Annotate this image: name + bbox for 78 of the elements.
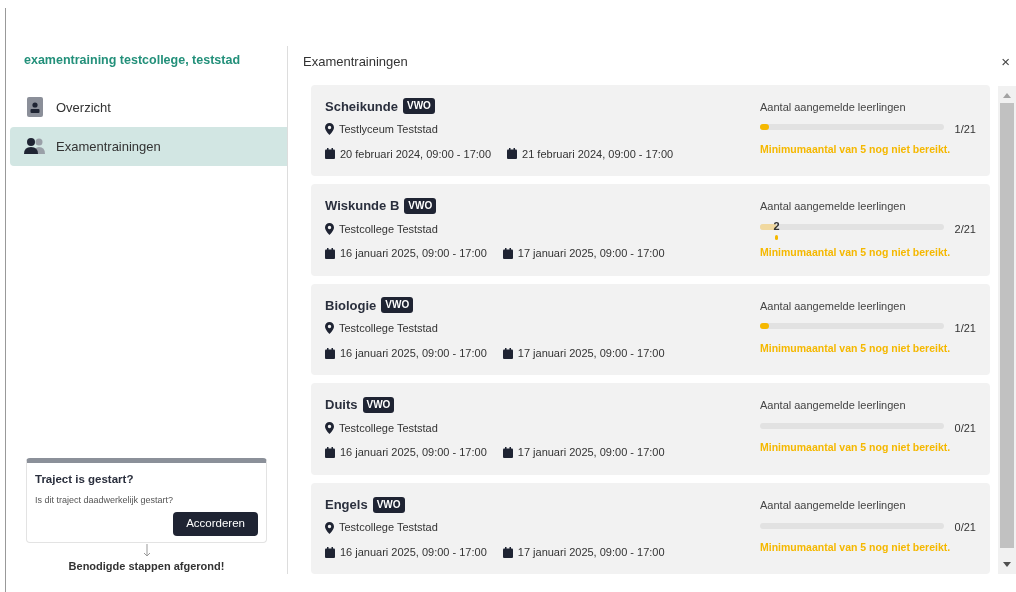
- date-text: 16 januari 2025, 09:00 - 17:00: [340, 345, 487, 361]
- date-text: 16 januari 2025, 09:00 - 17:00: [340, 445, 487, 461]
- location-text: Testlyceum Teststad: [339, 122, 438, 137]
- enrolment-label: Aantal aangemelde leerlingen: [760, 99, 907, 115]
- sidebar-item[interactable]: Examentrainingen: [10, 126, 287, 166]
- calendar-icon: [325, 447, 335, 459]
- level-badge: VWO: [404, 197, 437, 214]
- warning-text: Minimumaantal van 5 nog niet bereikt.: [760, 340, 952, 356]
- warning-text: Minimumaantal van 5 nog niet bereikt.: [760, 539, 952, 555]
- calendar-icon: [502, 546, 513, 558]
- location-text: Testcollege Teststad: [339, 321, 438, 337]
- location-pin-icon: [325, 322, 334, 335]
- level-badge: VWO: [372, 496, 405, 513]
- location-pin-icon: [325, 521, 334, 534]
- enrolment-label: Aantal aangemelde leerlingen: [760, 497, 907, 513]
- scrollbar[interactable]: [998, 85, 1016, 574]
- date-text: 21 februari 2024, 09:00 - 17:00: [522, 146, 674, 162]
- training-title: Duits: [325, 396, 358, 415]
- date-text: 16 januari 2025, 09:00 - 17:00: [340, 246, 487, 262]
- approve-button[interactable]: Accorderen: [173, 511, 258, 536]
- location-text: Testcollege Teststad: [339, 420, 438, 436]
- date-text: 16 januari 2025, 09:00 - 17:00: [340, 544, 487, 560]
- training-card[interactable]: Engels VWO Testcollege Teststad 16 januari 2025, 09:00 - 17:00 17 januari 2025, 09:00 - 17:00 Aantal aangemelde leerlingen 0/21 Minimumaantal van 5 nog niet bereikt.: [311, 482, 990, 575]
- step-text: Is dit traject daadwerkelijk gestart?: [35, 494, 175, 507]
- date-text: 17 januari 2025, 09:00 - 17:00: [517, 246, 665, 262]
- enrolment-count: 1/21: [954, 122, 976, 137]
- warning-text: Minimumaantal van 5 nog niet bereikt.: [760, 141, 952, 157]
- tooltip-pointer-icon: [775, 234, 779, 240]
- location-pin-icon: [325, 222, 334, 235]
- calendar-icon: [502, 447, 513, 459]
- id-badge-icon: [27, 97, 43, 118]
- location-text: Testcollege Teststad: [339, 520, 438, 536]
- sidebar-item[interactable]: Overzicht: [10, 87, 287, 127]
- date-text: 20 februari 2024, 09:00 - 17:00: [340, 146, 492, 162]
- down-arrow-icon: [142, 543, 151, 557]
- close-button[interactable]: ×: [1001, 54, 1010, 70]
- training-title: Engels: [325, 495, 368, 514]
- scrollbar-thumb[interactable]: [1000, 102, 1014, 548]
- location-pin-icon: [325, 123, 334, 136]
- warning-text: Minimumaantal van 5 nog niet bereikt.: [760, 440, 952, 456]
- step-title: Traject is gestart?: [35, 471, 135, 487]
- calendar-icon: [325, 148, 335, 160]
- organisation-title: examentraining testcollege, teststad: [23, 52, 242, 69]
- hover-value-label: 2: [773, 219, 780, 233]
- calendar-icon: [507, 148, 518, 160]
- level-badge: VWO: [362, 397, 395, 414]
- training-card[interactable]: Biologie VWO Testcollege Teststad 16 januari 2025, 09:00 - 17:00 17 januari 2025, 09:00 - 17:00 Aantal aangemelde leerlingen 1/21 Minimumaantal van 5 nog niet bereikt.: [311, 283, 990, 376]
- calendar-icon: [325, 546, 335, 558]
- warning-text: Minimumaantal van 5 nog niet bereikt.: [760, 245, 952, 261]
- training-card[interactable]: Duits VWO Testcollege Teststad 16 januari 2025, 09:00 - 17:00 17 januari 2025, 09:00 - 17:00 Aantal aangemelde leerlingen 0/21 Minimumaantal van 5 nog niet bereikt.: [311, 383, 990, 475]
- enrolment-count: 0/21: [954, 520, 976, 536]
- scroll-up-icon[interactable]: [1003, 92, 1011, 98]
- training-title: Biologie: [325, 296, 377, 315]
- enrolment-label: Aantal aangemelde leerlingen: [760, 298, 907, 314]
- enrolment-count: 1/21: [954, 321, 976, 337]
- training-card[interactable]: Wiskunde B VWO Testcollege Teststad 16 januari 2025, 09:00 - 17:00 17 januari 2025, 09:00 - 17:00 Aantal aangemelde leerlingen 2 2/21 Minimumaantal van 5 nog niet bereikt.: [311, 184, 990, 276]
- calendar-icon: [325, 347, 335, 359]
- enrolment-label: Aantal aangemelde leerlingen: [760, 199, 907, 215]
- calendar-icon: [502, 347, 513, 359]
- users-icon: [24, 137, 46, 156]
- enrolment-count: 0/21: [954, 420, 976, 436]
- location-text: Testcollege Teststad: [339, 221, 438, 237]
- calendar-icon: [502, 247, 513, 259]
- steps-done-text: Benodigde stappen afgerond!: [68, 558, 225, 574]
- calendar-icon: [325, 247, 335, 259]
- training-title: Scheikunde: [325, 97, 398, 116]
- date-text: 17 januari 2025, 09:00 - 17:00: [517, 345, 665, 361]
- date-text: 17 januari 2025, 09:00 - 17:00: [517, 445, 665, 461]
- level-badge: VWO: [381, 297, 414, 314]
- level-badge: VWO: [402, 98, 435, 115]
- date-text: 17 januari 2025, 09:00 - 17:00: [517, 544, 665, 560]
- training-title: Wiskunde B: [325, 197, 400, 216]
- training-card[interactable]: Scheikunde VWO Testlyceum Teststad 20 februari 2024, 09:00 - 17:00 21 februari 2024, 09:00 - 17:00 Aantal aangemelde leerlingen 1/21 Minimumaantal van 5 nog niet bereikt.: [311, 84, 990, 177]
- location-pin-icon: [325, 422, 334, 435]
- enrolment-count: 2/21: [954, 221, 976, 237]
- scroll-down-icon[interactable]: [1003, 561, 1011, 567]
- page-title: Examentrainingen: [303, 53, 409, 71]
- enrolment-label: Aantal aangemelde leerlingen: [760, 398, 907, 414]
